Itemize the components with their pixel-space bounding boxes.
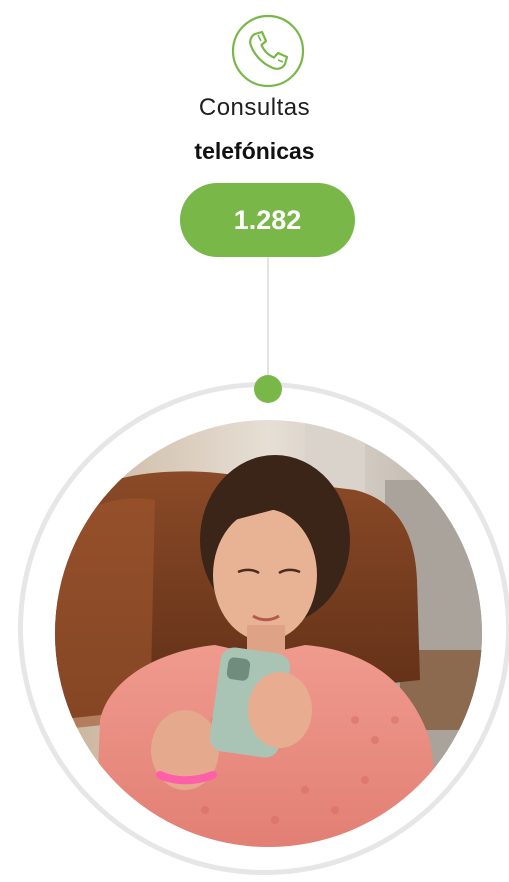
stat-count-value: 1.282 — [233, 204, 302, 235]
stat-title-line1: Consultas — [198, 94, 311, 121]
phone-icon — [231, 14, 305, 88]
stat-title-line2: telefónicas — [194, 138, 315, 164]
stat-count-badge: 1.282 — [180, 183, 355, 257]
woman-using-smartphone-photo — [55, 420, 482, 847]
connector-line — [267, 257, 269, 375]
connector-dot — [254, 375, 282, 403]
